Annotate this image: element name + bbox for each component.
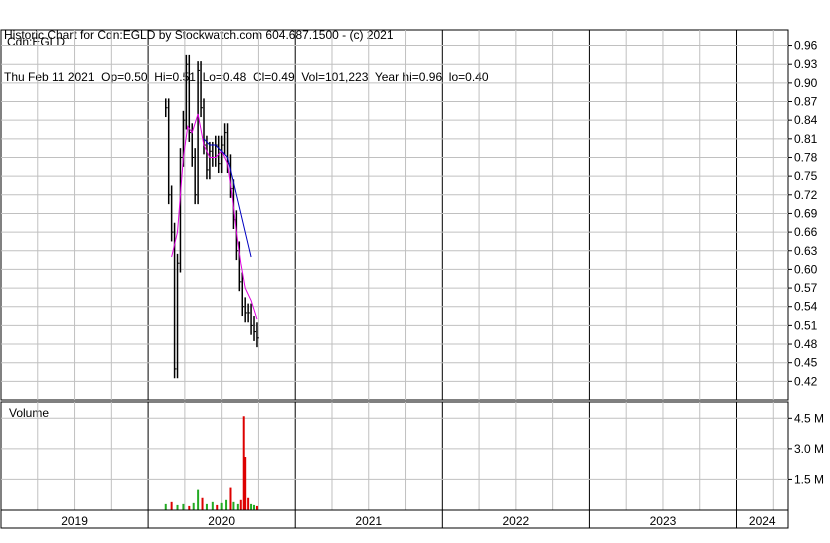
volume-bar (188, 505, 191, 510)
volume-bar (247, 497, 250, 510)
volume-bar (205, 503, 208, 510)
price-tick-label: 0.69 (794, 206, 818, 220)
volume-bar (201, 497, 204, 510)
price-tick-label: 0.60 (794, 262, 818, 276)
price-tick-label: 0.87 (794, 95, 818, 109)
volume-bar (239, 499, 242, 510)
price-tick-label: 0.96 (794, 39, 818, 53)
price-tick-label: 0.51 (794, 318, 818, 332)
volume-bar (255, 505, 258, 510)
volume-axis: 4.5 M 3.0 M 1.5 M (788, 411, 824, 486)
volume-bar (225, 499, 228, 510)
volume-bar (211, 501, 214, 510)
price-panel: Cdn:EGLD 0.96 0.93 0.90 0.87 0.84 0.81 0.78 0.7… (0, 29, 818, 401)
price-tick-label: 0.81 (794, 132, 818, 146)
volume-grid (1, 402, 788, 510)
price-tick-label: 0.72 (794, 188, 818, 202)
volume-tick-label: 4.5 M (794, 411, 824, 425)
volume-bar (182, 503, 185, 510)
price-tick-label: 0.93 (794, 57, 818, 71)
price-tick-label: 0.42 (794, 374, 818, 388)
volume-bar (253, 504, 256, 510)
price-tick-label: 0.84 (794, 113, 818, 127)
volume-bar (216, 504, 219, 510)
year-label: 2021 (355, 514, 382, 528)
volume-bar (220, 502, 223, 510)
year-label: 2020 (208, 514, 235, 528)
volume-tick-label: 1.5 M (794, 472, 824, 486)
volume-bar (250, 503, 253, 510)
year-label: 2024 (749, 514, 776, 528)
price-tick-label: 0.54 (794, 300, 818, 314)
volume-bar (244, 457, 247, 510)
volume-bar (176, 504, 179, 510)
volume-tick-label: 3.0 M (794, 442, 824, 456)
volume-bar (232, 501, 235, 510)
volume-bar (170, 501, 173, 510)
year-label: 2019 (61, 514, 88, 528)
price-bars (165, 54, 259, 379)
year-axis: 2019 2020 2021 2022 2023 2024 (0, 509, 789, 529)
price-tick-label: 0.66 (794, 225, 818, 239)
stock-chart: Cdn:EGLD 0.96 0.93 0.90 0.87 0.84 0.81 0.78 0.7… (0, 29, 824, 529)
symbol-label: Cdn:EGLD (7, 35, 65, 49)
price-tick-label: 0.45 (794, 356, 818, 370)
price-grid (1, 30, 788, 400)
price-tick-label: 0.90 (794, 76, 818, 90)
price-tick-label: 0.75 (794, 169, 818, 183)
price-tick-label: 0.63 (794, 244, 818, 258)
year-label: 2023 (650, 514, 677, 528)
volume-bars (164, 416, 258, 510)
volume-bar (192, 502, 195, 510)
price-axis: 0.96 0.93 0.90 0.87 0.84 0.81 0.78 0.75 0.72 0.69… (788, 39, 818, 388)
price-tick-label: 0.78 (794, 150, 818, 164)
volume-panel: Volume 4.5 M3.0 M1.5 M (0, 401, 824, 511)
volume-bar (236, 503, 239, 510)
volume-bar (164, 503, 167, 510)
volume-bar (229, 487, 232, 510)
price-tick-label: 0.57 (794, 281, 818, 295)
volume-bar (197, 489, 200, 510)
price-tick-label: 0.48 (794, 337, 818, 351)
year-label: 2022 (503, 514, 530, 528)
